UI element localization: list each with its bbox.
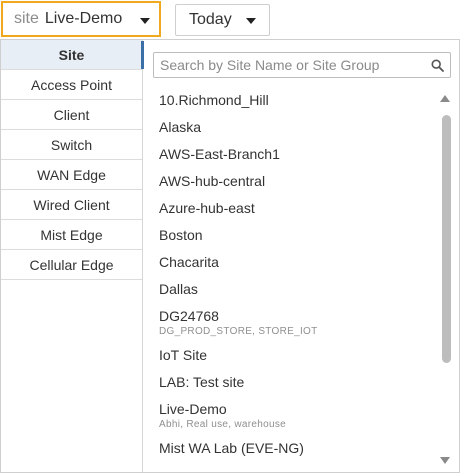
- site-list-item[interactable]: Live-Demo Abhi, Real use, warehouse: [159, 396, 429, 435]
- site-selector-dropdown[interactable]: site Live-Demo: [1, 1, 161, 37]
- category-item-access-point[interactable]: Access Point: [1, 70, 142, 100]
- scroll-down-button[interactable]: [439, 455, 451, 465]
- site-list-pane: 10.Richmond_Hill Alaska AWS-East-Branch1…: [144, 40, 459, 472]
- site-name: Dallas: [159, 281, 198, 297]
- site-list: 10.Richmond_Hill Alaska AWS-East-Branch1…: [159, 87, 429, 462]
- triangle-up-icon: [440, 94, 450, 102]
- search-input[interactable]: [160, 55, 422, 75]
- category-list: Site Access Point Client Switch WAN Edge…: [1, 40, 144, 472]
- site-name: Live-Demo: [159, 401, 227, 417]
- category-item-switch[interactable]: Switch: [1, 130, 142, 160]
- site-name: AWS-East-Branch1: [159, 146, 280, 162]
- scroll-up-button[interactable]: [439, 93, 451, 103]
- category-item-wired-client[interactable]: Wired Client: [1, 190, 142, 220]
- chevron-down-icon: [246, 18, 256, 24]
- site-selector-value: Live-Demo: [44, 10, 123, 27]
- site-name: Azure-hub-east: [159, 200, 255, 216]
- site-list-item[interactable]: AWS-East-Branch1: [159, 141, 429, 168]
- time-range-label: Today: [189, 11, 232, 28]
- site-list-item[interactable]: Azure-hub-east: [159, 195, 429, 222]
- site-group-tags: Abhi, Real use, warehouse: [159, 419, 287, 430]
- chevron-down-icon: [140, 18, 150, 24]
- site-picker-panel: Site Access Point Client Switch WAN Edge…: [0, 39, 460, 473]
- triangle-down-icon: [440, 456, 450, 464]
- scrollbar-thumb[interactable]: [442, 115, 451, 363]
- site-list-item[interactable]: Chacarita: [159, 249, 429, 276]
- site-list-item[interactable]: Dallas: [159, 276, 429, 303]
- site-name: DG24768: [159, 308, 219, 324]
- site-list-item[interactable]: DG24768 DG_PROD_STORE, STORE_IOT: [159, 303, 429, 342]
- time-range-dropdown[interactable]: Today: [175, 4, 270, 36]
- site-list-item[interactable]: LAB: Test site: [159, 369, 429, 396]
- category-item-cellular-edge[interactable]: Cellular Edge: [1, 250, 142, 280]
- category-item-client[interactable]: Client: [1, 100, 142, 130]
- category-item-wan-edge[interactable]: WAN Edge: [1, 160, 142, 190]
- site-name: IoT Site: [159, 347, 207, 363]
- category-item-mist-edge[interactable]: Mist Edge: [1, 220, 142, 250]
- site-name: Alaska: [159, 119, 202, 135]
- site-list-item[interactable]: 10.Richmond_Hill: [159, 87, 429, 114]
- category-item-site[interactable]: Site: [1, 40, 142, 70]
- site-name: Mist WA Lab (EVE-NG): [159, 440, 304, 456]
- site-list-item[interactable]: IoT Site: [159, 342, 429, 369]
- search-box: [153, 52, 451, 78]
- site-name: Chacarita: [159, 254, 219, 270]
- site-selector-prefix: site: [14, 10, 39, 27]
- site-name: LAB: Test site: [159, 374, 245, 390]
- site-name: 10.Richmond_Hill: [159, 92, 269, 108]
- top-bar: site Live-Demo Today: [0, 0, 460, 40]
- site-list-item[interactable]: Alaska: [159, 114, 429, 141]
- site-group-tags: DG_PROD_STORE, STORE_IOT: [159, 326, 318, 337]
- site-list-item[interactable]: Boston: [159, 222, 429, 249]
- site-list-item[interactable]: Mist WA Lab (EVE-NG): [159, 435, 429, 462]
- site-list-item[interactable]: AWS-hub-central: [159, 168, 429, 195]
- site-name: AWS-hub-central: [159, 173, 266, 189]
- search-icon[interactable]: [431, 59, 444, 72]
- site-name: Boston: [159, 227, 203, 243]
